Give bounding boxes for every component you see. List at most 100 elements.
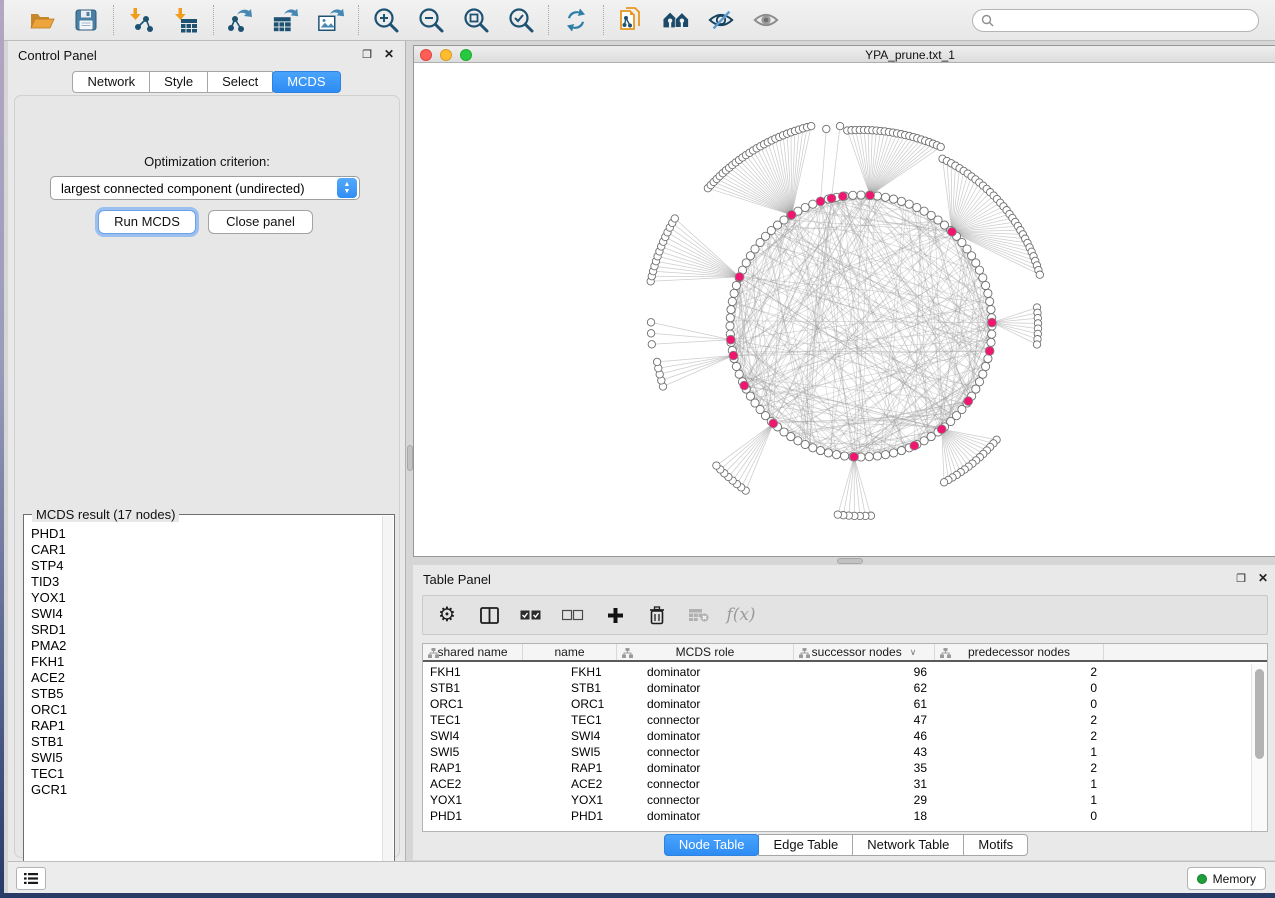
mcds-result-item[interactable]: ORC1 <box>31 702 381 718</box>
tab-style[interactable]: Style <box>149 71 208 93</box>
table-cell: connector <box>617 776 794 792</box>
zoom-out-icon[interactable] <box>417 6 445 34</box>
table-row[interactable]: TEC1TEC1connector472 <box>423 712 1251 728</box>
float-panel-icon[interactable]: ❐ <box>362 48 372 61</box>
mcds-result-item[interactable]: FKH1 <box>31 654 381 670</box>
add-column-icon[interactable] <box>603 603 627 627</box>
mcds-result-item[interactable]: STP4 <box>31 558 381 574</box>
memory-status-icon <box>1197 874 1207 884</box>
mcds-scrollbar[interactable] <box>382 516 393 884</box>
export-table-icon[interactable] <box>272 6 300 34</box>
table-row[interactable]: ORC1ORC1dominator610 <box>423 696 1251 712</box>
main-toolbar <box>4 0 1275 41</box>
table-scrollbar-thumb[interactable] <box>1255 669 1264 759</box>
table-row[interactable]: SWI5SWI5connector431 <box>423 744 1251 760</box>
table-cell: FKH1 <box>423 664 523 680</box>
search-input[interactable] <box>999 13 1250 27</box>
mcds-result-item[interactable]: SWI4 <box>31 606 381 622</box>
mcds-result-item[interactable]: SWI5 <box>31 750 381 766</box>
task-history-button[interactable] <box>16 867 46 890</box>
network-graph[interactable] <box>414 63 1275 556</box>
show-all-icon[interactable] <box>752 6 780 34</box>
import-table-icon[interactable] <box>172 6 200 34</box>
network-canvas[interactable] <box>414 63 1275 556</box>
mcds-result-item[interactable]: RAP1 <box>31 718 381 734</box>
mcds-result-item[interactable]: PHD1 <box>31 526 381 542</box>
import-network-icon[interactable] <box>127 6 155 34</box>
open-file-icon[interactable] <box>27 6 55 34</box>
table-cell: SWI5 <box>423 744 523 760</box>
column-header-name[interactable]: name <box>523 644 617 660</box>
mcds-result-item[interactable]: GCR1 <box>31 782 381 798</box>
refresh-icon[interactable] <box>562 6 590 34</box>
mcds-result-list: PHD1CAR1STP4TID3YOX1SWI4SRD1PMA2FKH1ACE2… <box>24 521 381 883</box>
table-row[interactable]: FKH1FKH1dominator962 <box>423 664 1251 680</box>
table-settings-gear-icon[interactable]: ⚙ <box>435 603 459 627</box>
first-neighbors-icon[interactable] <box>662 6 690 34</box>
float-table-panel-icon[interactable]: ❐ <box>1236 572 1246 585</box>
mcds-result-item[interactable]: PMA2 <box>31 638 381 654</box>
search-field[interactable] <box>972 9 1259 32</box>
table-row[interactable]: ACE2ACE2connector311 <box>423 776 1251 792</box>
delete-column-icon[interactable] <box>645 603 669 627</box>
tab-edge-table[interactable]: Edge Table <box>758 834 853 856</box>
mcds-result-item[interactable]: TEC1 <box>31 766 381 782</box>
zoom-in-icon[interactable] <box>372 6 400 34</box>
memory-button[interactable]: Memory <box>1187 867 1266 890</box>
tab-select[interactable]: Select <box>207 71 273 93</box>
control-panel: Control Panel ❐ ✕ NetworkStyleSelectMCDS… <box>8 41 406 863</box>
table-cell: dominator <box>617 696 794 712</box>
control-panel-header: Control Panel ❐ ✕ <box>8 41 405 67</box>
column-header-mcds-role[interactable]: MCDS role <box>617 644 794 660</box>
deselect-all-icon[interactable] <box>561 603 585 627</box>
table-row[interactable]: PHD1PHD1dominator180 <box>423 808 1251 824</box>
zoom-selected-icon[interactable] <box>507 6 535 34</box>
horizontal-splitter-handle[interactable] <box>837 558 863 564</box>
column-header-successor-nodes[interactable]: successor nodes∨ <box>794 644 935 660</box>
control-panel-title: Control Panel <box>18 48 97 63</box>
close-panel-icon[interactable]: ✕ <box>384 47 394 61</box>
mcds-result-item[interactable]: CAR1 <box>31 542 381 558</box>
selected-option-label: largest connected component (undirected) <box>51 181 337 196</box>
tab-mcds[interactable]: MCDS <box>272 71 340 93</box>
mcds-result-item[interactable]: STB5 <box>31 686 381 702</box>
column-header-predecessor-nodes[interactable]: predecessor nodes <box>935 644 1104 660</box>
table-cell: ORC1 <box>423 696 523 712</box>
table-row[interactable]: STB1STB1dominator620 <box>423 680 1251 696</box>
export-image-icon[interactable] <box>317 6 345 34</box>
table-row[interactable]: RAP1RAP1dominator352 <box>423 760 1251 776</box>
mcds-result-item[interactable]: YOX1 <box>31 590 381 606</box>
table-cell: TEC1 <box>523 712 617 728</box>
table-scrollbar[interactable] <box>1251 664 1267 831</box>
table-cell: 0 <box>935 680 1104 696</box>
mcds-tab-content: Optimization criterion: largest connecte… <box>14 95 400 858</box>
run-mcds-button[interactable]: Run MCDS <box>98 210 196 234</box>
mcds-result-item[interactable]: ACE2 <box>31 670 381 686</box>
close-table-panel-icon[interactable]: ✕ <box>1258 571 1268 585</box>
mcds-result-item[interactable]: STB1 <box>31 734 381 750</box>
show-columns-icon[interactable] <box>477 603 501 627</box>
optimization-criterion-select[interactable]: largest connected component (undirected)… <box>50 176 360 200</box>
save-icon[interactable] <box>72 6 100 34</box>
mcds-result-item[interactable]: SRD1 <box>31 622 381 638</box>
tab-node-table[interactable]: Node Table <box>664 834 760 856</box>
table-cell: dominator <box>617 680 794 696</box>
table-cell: 2 <box>935 664 1104 680</box>
table-cell: dominator <box>617 664 794 680</box>
tab-motifs[interactable]: Motifs <box>963 834 1028 856</box>
mcds-result-item[interactable]: TID3 <box>31 574 381 590</box>
export-network-icon[interactable] <box>227 6 255 34</box>
tab-network[interactable]: Network <box>72 71 150 93</box>
zoom-fit-icon[interactable] <box>462 6 490 34</box>
table-cell: connector <box>617 792 794 808</box>
tab-network-table[interactable]: Network Table <box>852 834 964 856</box>
hide-selected-icon[interactable] <box>707 6 735 34</box>
network-from-document-icon[interactable] <box>617 6 645 34</box>
table-row[interactable]: YOX1YOX1connector291 <box>423 792 1251 808</box>
select-all-icon[interactable] <box>519 603 543 627</box>
sort-indicator-icon: ∨ <box>910 647 917 658</box>
column-header-shared-name[interactable]: shared name <box>423 644 523 660</box>
table-row[interactable]: SWI4SWI4dominator462 <box>423 728 1251 744</box>
table-cell: 1 <box>935 776 1104 792</box>
close-panel-button[interactable]: Close panel <box>208 210 313 234</box>
